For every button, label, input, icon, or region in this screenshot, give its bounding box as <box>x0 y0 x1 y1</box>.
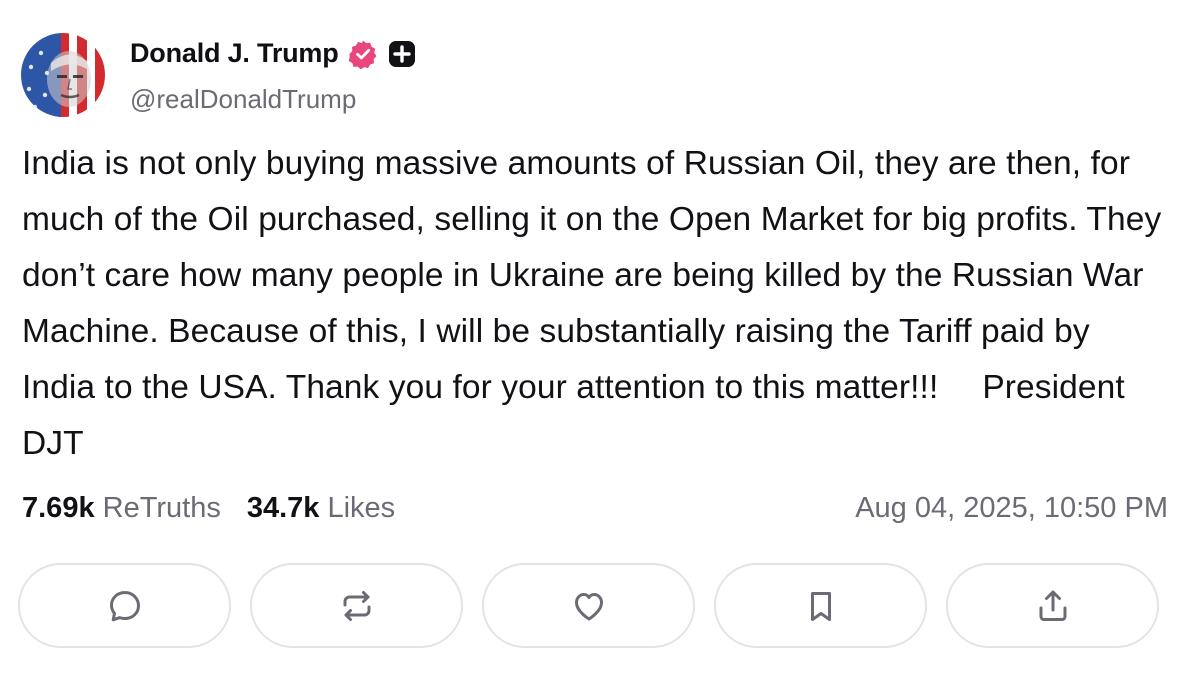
post-stats: 7.69k ReTruths 34.7k Likes <box>22 492 395 525</box>
likes-stat[interactable]: 34.7k Likes <box>247 492 395 524</box>
likes-label: Likes <box>327 492 396 524</box>
retruths-stat[interactable]: 7.69k ReTruths <box>22 492 221 524</box>
bookmark-icon <box>810 591 831 621</box>
avatar[interactable] <box>21 33 105 117</box>
author-handle[interactable]: @realDonaldTrump <box>130 84 356 115</box>
post-timestamp[interactable]: Aug 04, 2025, 10:50 PM <box>855 492 1168 525</box>
comment-icon <box>109 590 140 621</box>
share-button[interactable] <box>946 563 1159 648</box>
likes-count: 34.7k <box>246 492 320 524</box>
retruths-count: 7.69k <box>22 492 95 524</box>
share-icon <box>1039 590 1066 621</box>
heart-icon <box>574 592 603 620</box>
author-display-name[interactable]: Donald J. Trump <box>130 38 339 69</box>
avatar-image <box>21 33 105 117</box>
like-button[interactable] <box>482 563 695 648</box>
verified-badge-icon <box>348 40 377 69</box>
action-bar <box>18 563 1159 648</box>
bookmark-button[interactable] <box>714 563 927 648</box>
post-body: India is not only buying massive amounts… <box>22 136 1172 472</box>
plus-badge-icon <box>388 40 415 67</box>
retruths-label: ReTruths <box>102 492 221 524</box>
reply-button[interactable] <box>18 563 231 648</box>
author-name-row: Donald J. Trump <box>130 38 417 69</box>
retruth-icon <box>343 590 370 621</box>
post-card: Donald J. Trump @realDonaldTrump India i… <box>0 0 1194 690</box>
post-text: India is not only buying massive amounts… <box>22 145 1162 406</box>
retruth-button[interactable] <box>250 563 463 648</box>
